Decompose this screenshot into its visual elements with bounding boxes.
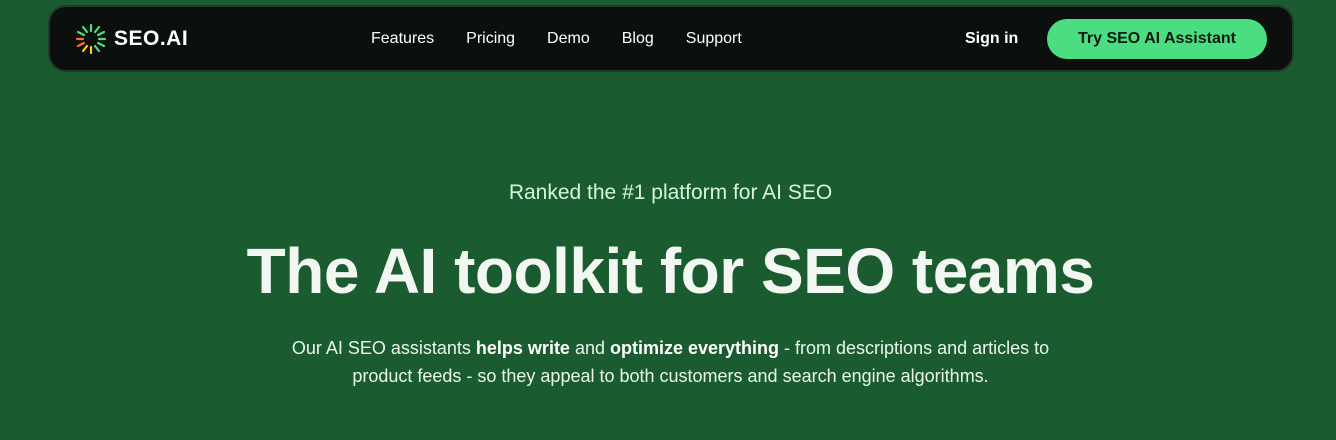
hero-description: Our AI SEO assistants helps write and op… xyxy=(0,334,1336,390)
sunburst-logo-icon xyxy=(75,23,107,55)
top-navbar: SEO.AI Features Pricing Demo Blog Suppor… xyxy=(48,5,1294,72)
nav-links: Features Pricing Demo Blog Support xyxy=(371,29,774,49)
nav-link-support[interactable]: Support xyxy=(686,29,742,49)
hero-description-bold: optimize everything xyxy=(610,338,780,358)
hero-headline: The AI toolkit for SEO teams xyxy=(246,235,1095,307)
nav-link-demo[interactable]: Demo xyxy=(547,29,590,49)
brand-logo[interactable]: SEO.AI xyxy=(74,23,188,55)
hero-description-text: - from descriptions and articles to xyxy=(779,338,1050,358)
nav-link-features[interactable]: Features xyxy=(371,29,434,49)
sign-in-link[interactable]: Sign in xyxy=(965,29,1018,49)
hero-description-text: and xyxy=(569,338,610,358)
hero-description-text: product feeds - so they appeal to both c… xyxy=(352,366,989,386)
logo-text: SEO.AI xyxy=(114,27,189,50)
nav-link-blog[interactable]: Blog xyxy=(622,29,654,49)
nav-link-pricing[interactable]: Pricing xyxy=(466,29,515,49)
hero-eyebrow: Ranked the #1 platform for AI SEO xyxy=(508,181,833,204)
hero-description-bold: helps write xyxy=(475,338,570,358)
hero-description-text: Our AI SEO assistants xyxy=(291,338,476,358)
try-assistant-button[interactable]: Try SEO AI Assistant xyxy=(1047,19,1267,59)
